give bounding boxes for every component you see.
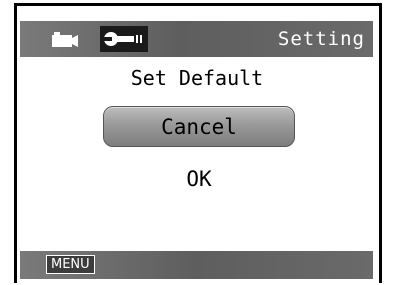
dialog-heading: Set Default: [130, 66, 264, 90]
menu-button[interactable]: MENU: [46, 255, 95, 274]
screen-title: Setting: [277, 28, 365, 50]
video-camera-icon[interactable]: [48, 26, 82, 52]
wrench-settings-icon[interactable]: [100, 26, 148, 52]
ok-button[interactable]: OK: [103, 163, 295, 195]
cancel-button[interactable]: Cancel: [103, 106, 295, 147]
top-bar: Setting: [20, 21, 373, 57]
bottom-bar: MENU: [20, 251, 373, 279]
